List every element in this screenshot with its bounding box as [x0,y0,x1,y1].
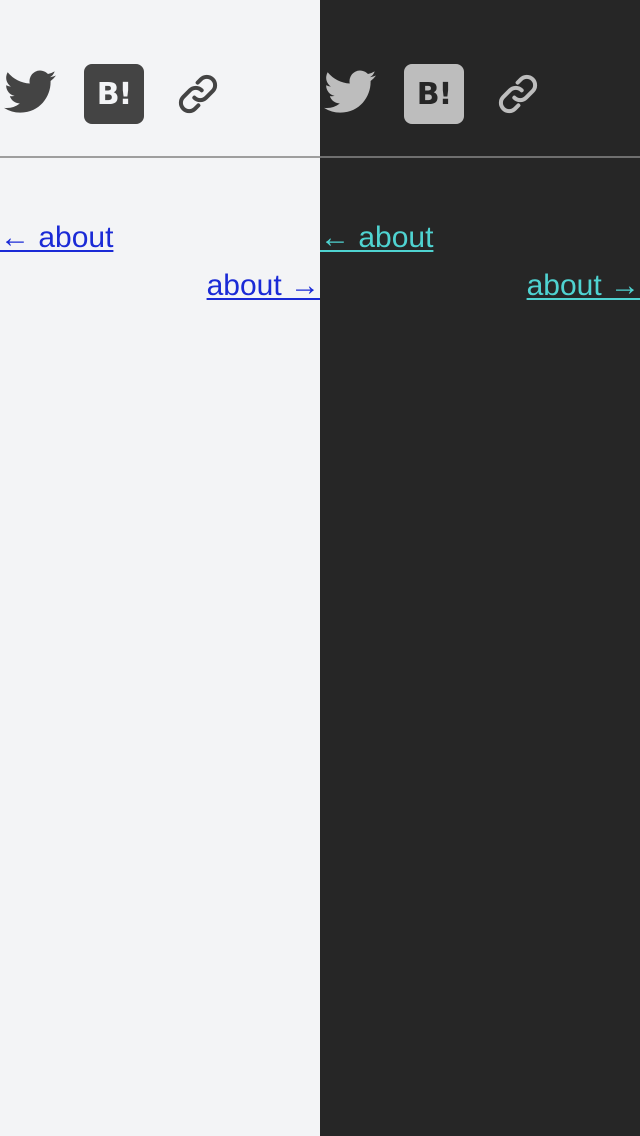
hatena-bookmark-label: B! [96,76,133,112]
post-navigation: ← about about → [0,216,320,308]
dark-theme-pane: B! ← about about → [320,0,640,1136]
share-bar: B! [320,60,640,128]
hatena-bookmark-label: B! [416,76,453,112]
divider [320,156,640,158]
hatena-bookmark-button[interactable]: B! [84,64,144,124]
next-post-link[interactable]: about → [0,264,320,308]
share-bar: B! [0,60,320,128]
next-post-link[interactable]: about → [320,264,640,308]
copy-link-button[interactable] [496,72,540,116]
chain-link-icon [178,74,218,114]
divider [0,156,320,158]
copy-link-button[interactable] [176,72,220,116]
twitter-share-icon[interactable] [4,70,56,114]
post-navigation: ← about about → [320,216,640,308]
prev-post-link[interactable]: ← about [0,216,320,260]
twitter-bird-icon [4,70,56,113]
twitter-share-icon[interactable] [324,70,376,114]
prev-post-link[interactable]: ← about [320,216,640,260]
hatena-bookmark-button[interactable]: B! [404,64,464,124]
chain-link-icon [498,74,538,114]
light-theme-pane: B! ← about about → [0,0,320,1136]
twitter-bird-icon [324,70,376,113]
